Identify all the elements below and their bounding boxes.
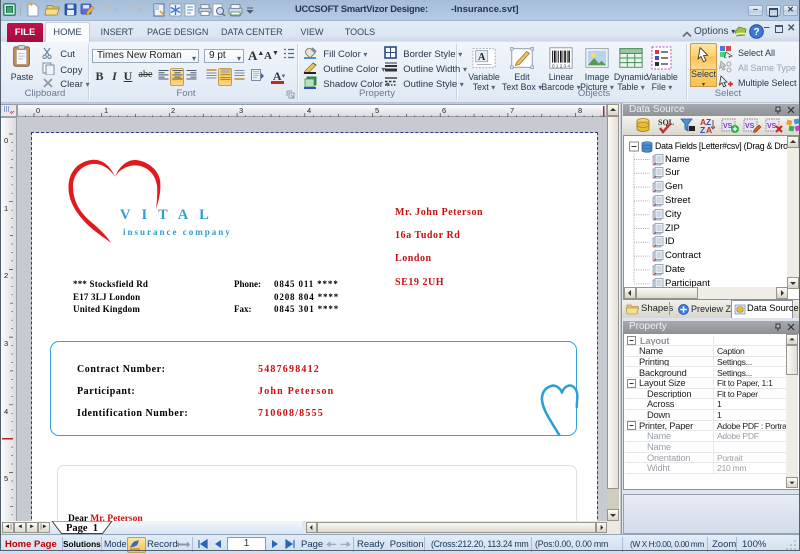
svg-text:SQL: SQL (658, 118, 674, 127)
svg-text:?: ? (753, 27, 759, 38)
svg-text:6: 6 (442, 106, 446, 115)
svg-text:4: 4 (4, 407, 8, 416)
svg-text:0: 0 (36, 106, 40, 115)
svg-text:3: 3 (239, 106, 243, 115)
svg-text:Z: Z (700, 125, 705, 134)
svg-text:1: 1 (104, 106, 108, 115)
svg-text:VS: VS (767, 123, 777, 130)
svg-text:0 1 2 3 4: 0 1 2 3 4 (552, 63, 570, 68)
svg-text:1: 1 (4, 204, 8, 213)
svg-text:7: 7 (510, 106, 514, 115)
svg-text:2: 2 (171, 106, 175, 115)
svg-text:8: 8 (578, 106, 582, 115)
svg-text:5: 5 (4, 474, 8, 483)
svg-text:5: 5 (375, 106, 379, 115)
svg-text:3: 3 (4, 339, 8, 348)
svg-text:2: 2 (4, 271, 8, 280)
svg-text:0: 0 (4, 136, 8, 145)
svg-text:A: A (478, 52, 486, 63)
svg-text:4: 4 (307, 106, 311, 115)
svg-text:VS: VS (745, 123, 755, 130)
svg-text:Page 1: Page 1 (66, 523, 98, 534)
